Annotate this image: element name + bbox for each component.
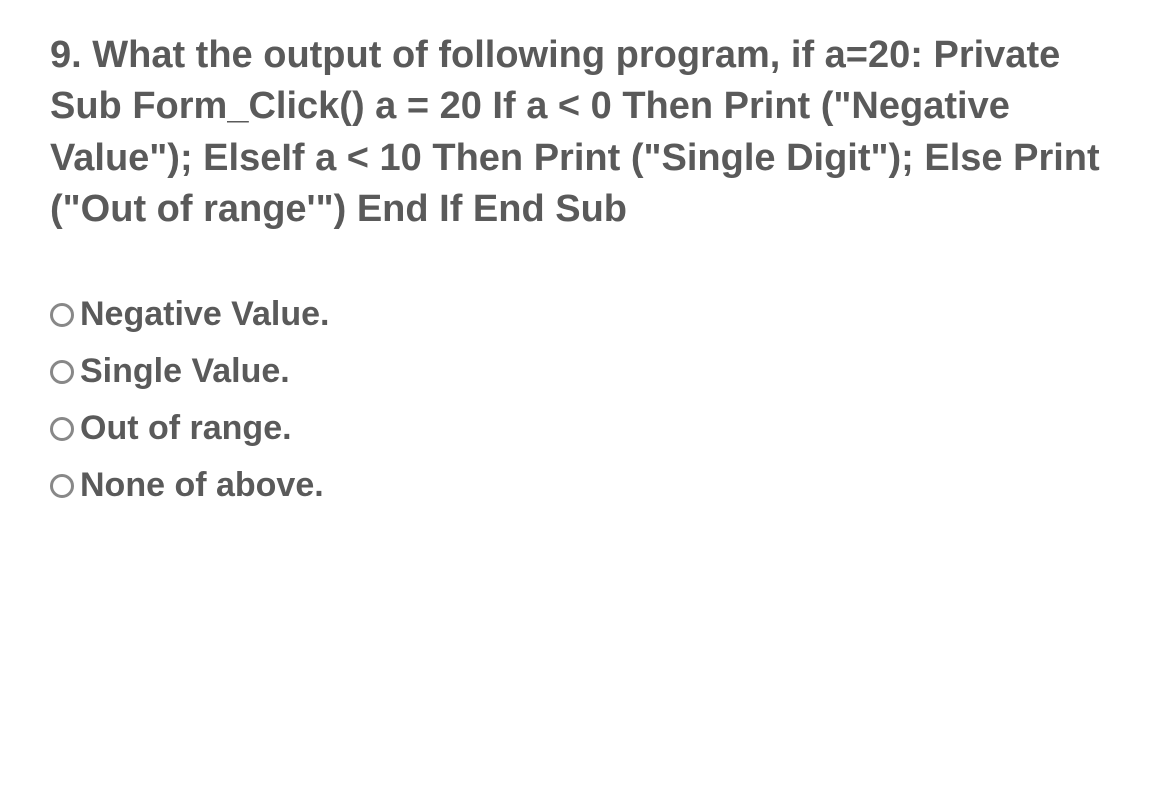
- option-label: None of above.: [80, 466, 324, 505]
- option-4[interactable]: None of above.: [50, 466, 1116, 505]
- radio-icon[interactable]: [50, 360, 74, 384]
- radio-icon[interactable]: [50, 474, 74, 498]
- option-3[interactable]: Out of range.: [50, 409, 1116, 448]
- radio-icon[interactable]: [50, 417, 74, 441]
- option-label: Negative Value.: [80, 295, 329, 334]
- option-1[interactable]: Negative Value.: [50, 295, 1116, 334]
- option-label: Single Value.: [80, 352, 290, 391]
- options-container: Negative Value. Single Value. Out of ran…: [50, 295, 1116, 505]
- option-label: Out of range.: [80, 409, 292, 448]
- radio-icon[interactable]: [50, 303, 74, 327]
- option-2[interactable]: Single Value.: [50, 352, 1116, 391]
- question-text: 9. What the output of following program,…: [50, 30, 1116, 235]
